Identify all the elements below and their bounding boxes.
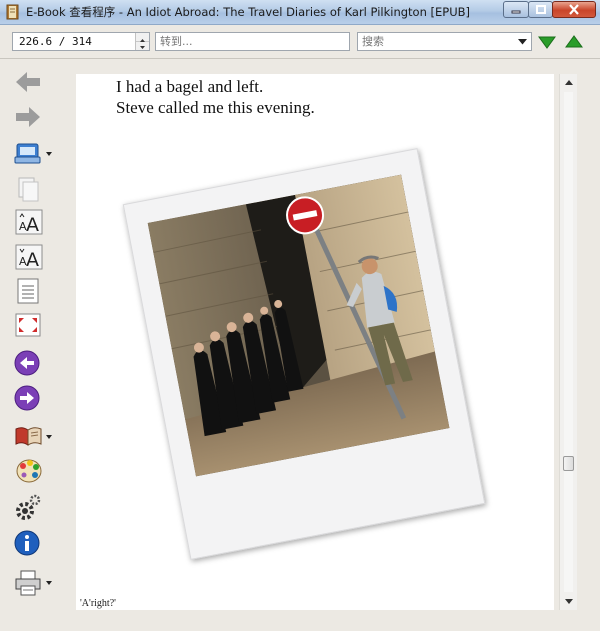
toolbar [0, 25, 600, 59]
previous-icon [14, 350, 40, 376]
font-smaller-button[interactable]: A A [14, 242, 50, 272]
next-button[interactable] [14, 383, 50, 413]
bookmarks-dropdown-icon[interactable] [46, 434, 52, 440]
vertical-scrollbar[interactable] [559, 74, 577, 610]
previous-button[interactable] [14, 348, 50, 378]
find-previous-icon[interactable] [564, 34, 584, 50]
font-larger-icon: A A [15, 209, 43, 236]
document-page[interactable]: I had a bagel and left. Steve called me … [76, 74, 554, 610]
page-position-spinner[interactable] [12, 32, 150, 51]
forward-button[interactable] [14, 102, 50, 132]
text-line-1: I had a bagel and left. [116, 77, 264, 96]
scroll-down-button[interactable] [560, 593, 577, 610]
spin-arrows [135, 33, 149, 50]
chevron-down-icon [518, 38, 527, 44]
page-footer-text: 'A'right?' [80, 598, 116, 609]
scroll-thumb[interactable] [563, 455, 574, 471]
scroll-up-icon [564, 80, 573, 85]
window-title: E-Book 查看程序 - An Idiot Abroad: The Trave… [26, 5, 471, 19]
text-line-2: Steve called me this evening. [116, 98, 315, 117]
goto-field[interactable] [155, 32, 353, 51]
themes-button[interactable] [14, 455, 50, 485]
back-button[interactable] [14, 67, 50, 97]
printer-icon [15, 570, 41, 596]
view-mode-button[interactable] [14, 276, 50, 306]
spin-down-icon [140, 46, 145, 49]
svg-text:A: A [26, 249, 39, 271]
bookmarks-button[interactable] [14, 421, 50, 451]
arrow-right-icon [16, 107, 40, 127]
book-icon [15, 427, 42, 446]
scroll-up-button[interactable] [560, 74, 577, 91]
photo-polaroid [122, 148, 486, 560]
library-icon [14, 143, 41, 164]
print-button[interactable] [14, 568, 50, 598]
next-icon [14, 385, 40, 411]
maximize-icon [535, 4, 546, 14]
about-button[interactable] [14, 528, 50, 558]
minimize-button[interactable] [503, 1, 529, 18]
palette-icon [16, 459, 42, 483]
photo-image [147, 174, 450, 477]
gear-icon [16, 494, 41, 520]
font-larger-button[interactable]: A A [14, 207, 50, 237]
goto-input[interactable] [156, 33, 353, 50]
copy-icon [18, 177, 39, 202]
scroll-down-icon [564, 599, 573, 604]
find-next-icon[interactable] [537, 34, 557, 50]
info-icon [14, 530, 40, 556]
fullscreen-button[interactable] [14, 310, 50, 340]
app-icon [6, 4, 19, 20]
close-icon [569, 4, 579, 15]
fullscreen-icon [15, 313, 41, 337]
library-dropdown-icon[interactable] [46, 151, 52, 157]
search-input[interactable] [358, 33, 535, 50]
print-dropdown-icon[interactable] [46, 580, 52, 586]
document-icon [17, 278, 39, 304]
svg-text:A: A [26, 214, 39, 236]
minimize-icon [511, 10, 521, 13]
copy-button[interactable] [14, 174, 50, 204]
search-dropdown-button[interactable] [515, 34, 530, 49]
search-field[interactable] [357, 32, 535, 51]
maximize-button[interactable] [528, 1, 553, 18]
title-bar: E-Book 查看程序 - An Idiot Abroad: The Trave… [0, 0, 600, 25]
scroll-track[interactable] [564, 92, 573, 592]
library-button[interactable] [14, 138, 50, 168]
preferences-button[interactable] [14, 493, 50, 523]
font-smaller-icon: A A [15, 244, 43, 271]
street-scene-illustration [147, 174, 450, 477]
spin-down-button[interactable] [136, 41, 149, 49]
page-position-input[interactable] [13, 33, 137, 50]
sidebar: A A A A [0, 59, 60, 631]
close-button[interactable] [552, 1, 596, 18]
arrow-left-icon [16, 72, 40, 92]
